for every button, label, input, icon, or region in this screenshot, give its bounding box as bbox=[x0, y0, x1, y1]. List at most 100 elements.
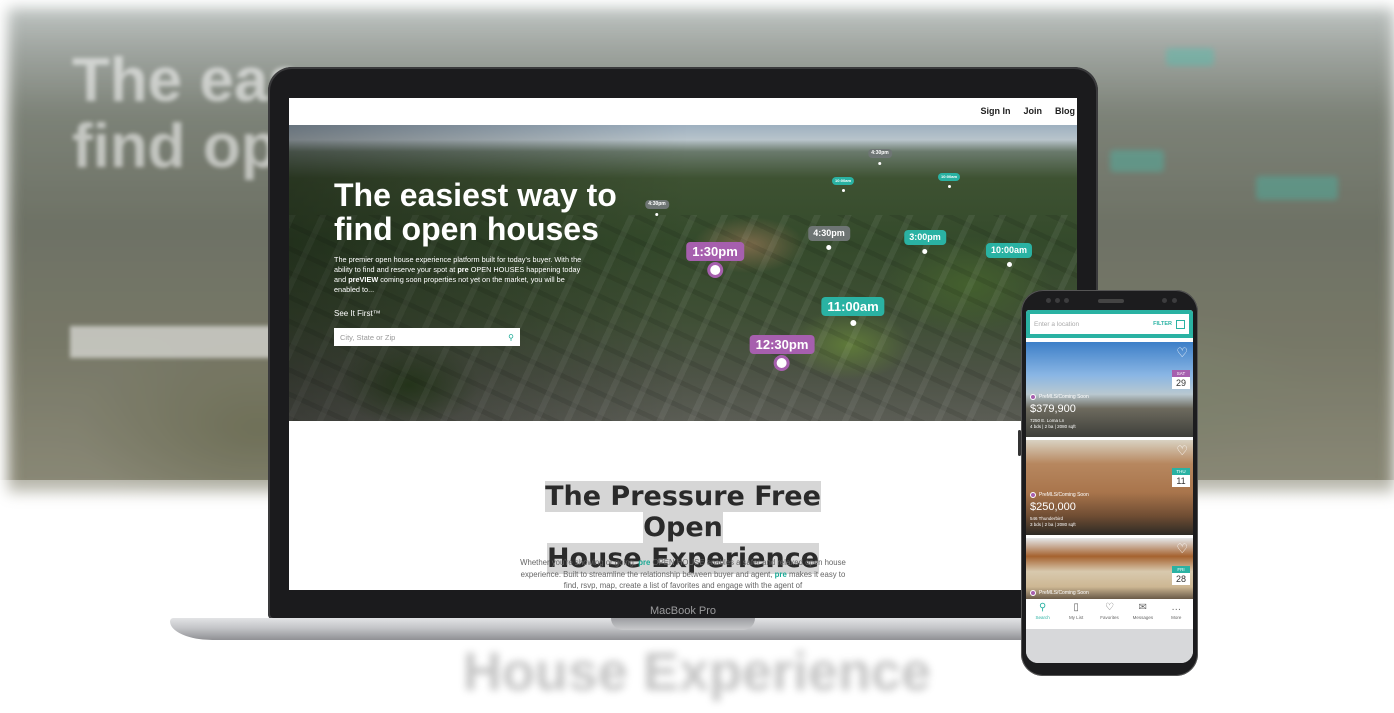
map-icon[interactable] bbox=[1176, 319, 1185, 329]
time-pin-label: 4:30pm bbox=[868, 149, 892, 158]
listing-tag-label: PreMLS/Coming Soon bbox=[1039, 590, 1089, 596]
laptop-screen: Sign In Join Blog The easiest way to fin… bbox=[289, 98, 1077, 590]
list-icon: ▯ bbox=[1073, 602, 1079, 613]
section-title-line1: The Pressure Free Open bbox=[545, 481, 821, 543]
time-pin[interactable]: 4:30pm bbox=[868, 149, 892, 165]
laptop-notch bbox=[611, 618, 755, 630]
listing-price: $250,000 bbox=[1030, 501, 1076, 513]
pin-dot bbox=[655, 213, 659, 216]
nav-links: Sign In Join Blog bbox=[980, 106, 1075, 116]
pressure-free-section: The Pressure Free Open House Experience W… bbox=[289, 421, 1077, 590]
listing-tag: PreMLS/Coming Soon bbox=[1030, 394, 1089, 400]
time-pin[interactable]: 10:00am bbox=[937, 173, 961, 188]
nav-sign-in[interactable]: Sign In bbox=[980, 106, 1010, 116]
time-pin-label: 12:30pm bbox=[749, 335, 815, 354]
pin-dot bbox=[1006, 262, 1012, 267]
listing-day: SAT bbox=[1172, 370, 1190, 377]
nav-join[interactable]: Join bbox=[1023, 106, 1042, 116]
top-nav: Sign In Join Blog bbox=[289, 98, 1077, 125]
location-search-placeholder[interactable]: Enter a location bbox=[1034, 321, 1079, 328]
pin-dot bbox=[710, 265, 720, 275]
hero-title: The easiest way to find open houses bbox=[334, 177, 617, 247]
listing-day: THU bbox=[1172, 468, 1190, 475]
tab-search[interactable]: ⚲ Search bbox=[1028, 602, 1058, 629]
listing-date: THU 11 bbox=[1172, 468, 1190, 487]
tab-my-list[interactable]: ▯ My List bbox=[1061, 602, 1091, 629]
heart-icon[interactable]: ♡ bbox=[1176, 444, 1188, 457]
time-pin[interactable]: 11:00am bbox=[821, 297, 885, 326]
pin-dot bbox=[826, 245, 832, 250]
backdrop-ghost-pill bbox=[1166, 48, 1214, 66]
listing-date-number: 29 bbox=[1175, 378, 1186, 388]
tab-more[interactable]: … More bbox=[1161, 602, 1191, 629]
tag-dot-icon bbox=[1030, 590, 1036, 596]
backdrop-ghost-pill bbox=[1110, 150, 1164, 172]
tab-messages[interactable]: ✉ Messages bbox=[1128, 602, 1158, 629]
heart-icon[interactable]: ♡ bbox=[1176, 346, 1188, 359]
section-body-pre: pre bbox=[638, 558, 651, 567]
time-pin[interactable]: 4:30pm bbox=[645, 200, 669, 216]
time-pin-label: 10:00am bbox=[937, 173, 961, 181]
listing-street: 7250 E. Loma Ln bbox=[1030, 418, 1065, 423]
pin-dot bbox=[922, 249, 928, 254]
listing-card[interactable]: ♡ THU 11 PreMLS/Coming Soon $250,000 546 … bbox=[1026, 440, 1193, 535]
location-search[interactable]: Enter a location FILTER bbox=[1030, 314, 1189, 334]
laptop-brand-label: MacBook Pro bbox=[649, 605, 717, 617]
sensor-dot bbox=[1064, 298, 1069, 303]
time-pin[interactable]: 3:00pm bbox=[904, 230, 946, 254]
tab-favorites[interactable]: ♡ Favorites bbox=[1094, 602, 1124, 629]
listing-date: SAT 29 bbox=[1172, 370, 1190, 389]
time-pin[interactable]: 1:30pm bbox=[686, 242, 744, 275]
filter-label: FILTER bbox=[1153, 321, 1172, 327]
listing-date-number: 28 bbox=[1175, 574, 1186, 584]
listing-details: 3 bds | 2 ba | 2080 sqft bbox=[1030, 522, 1076, 527]
hero-search-box[interactable]: City, State or Zip ⚲ bbox=[334, 328, 520, 346]
tab-label: Messages bbox=[1132, 615, 1154, 620]
nav-blog[interactable]: Blog bbox=[1055, 106, 1075, 116]
search-icon[interactable]: ⚲ bbox=[508, 333, 514, 342]
sensor-dot bbox=[1172, 298, 1177, 303]
sensor-dot bbox=[1055, 298, 1060, 303]
section-body: Whether you're showing or going, pre OPE… bbox=[517, 557, 849, 590]
pin-dot bbox=[777, 358, 787, 368]
hero-search-placeholder[interactable]: City, State or Zip bbox=[340, 333, 395, 342]
pin-dot bbox=[849, 320, 856, 326]
phone-tab-bar: ⚲ Search ▯ My List ♡ Favorites ✉ Messages … M… bbox=[1026, 599, 1193, 629]
backdrop-ghost-pill bbox=[1256, 176, 1338, 200]
listing-tag: PreMLS/Coming Soon bbox=[1030, 492, 1089, 498]
listing-tag-label: PreMLS/Coming Soon bbox=[1039, 492, 1089, 498]
heart-icon[interactable]: ♡ bbox=[1176, 542, 1188, 555]
phone-screen: Enter a location FILTER ♡ SAT 29 PreMLS/C… bbox=[1026, 310, 1193, 663]
backdrop-ghost-title: The eas find op bbox=[72, 48, 292, 180]
time-pin[interactable]: 10:00am bbox=[831, 177, 855, 192]
time-pin-label: 10:00am bbox=[985, 243, 1033, 258]
phone-bottom-area bbox=[1026, 629, 1193, 663]
section-body-part: Whether you're showing or going, bbox=[520, 558, 639, 567]
tab-label: More bbox=[1171, 615, 1182, 620]
tag-dot-icon bbox=[1030, 492, 1036, 498]
listing-tag: PreMLS/Coming Soon bbox=[1030, 590, 1089, 596]
listing-day: FRI bbox=[1172, 566, 1190, 573]
time-pin[interactable]: 10:00am bbox=[985, 243, 1033, 267]
listing-card[interactable]: ♡ FRI 28 PreMLS/Coming Soon bbox=[1026, 538, 1193, 599]
listing-tag-label: PreMLS/Coming Soon bbox=[1039, 394, 1089, 400]
pin-dot bbox=[947, 185, 951, 188]
listing-card[interactable]: ♡ SAT 29 PreMLS/Coming Soon $379,900 7250… bbox=[1026, 342, 1193, 437]
time-pin[interactable]: 4:30pm bbox=[808, 226, 850, 250]
time-pin-label: 4:30pm bbox=[808, 226, 850, 241]
listing-address: 546 Thunderbird 3 bds | 2 ba | 2080 sqft bbox=[1030, 516, 1076, 528]
listing-date-number: 11 bbox=[1176, 476, 1186, 486]
mail-icon: ✉ bbox=[1138, 602, 1148, 613]
more-icon: … bbox=[1171, 602, 1182, 613]
time-pin-label: 11:00am bbox=[821, 297, 885, 316]
section-body-pre: pre bbox=[774, 569, 787, 579]
tab-label: Search bbox=[1035, 615, 1050, 620]
filter-button[interactable]: FILTER bbox=[1153, 319, 1185, 329]
time-pin[interactable]: 12:30pm bbox=[749, 335, 815, 368]
hero-description: The premier open house experience platfo… bbox=[334, 255, 590, 295]
tag-dot-icon bbox=[1030, 394, 1036, 400]
listing-street: 546 Thunderbird bbox=[1030, 516, 1063, 521]
listing-address: 7250 E. Loma Ln 4 bds | 2 ba | 2080 sqft bbox=[1030, 418, 1076, 430]
phone-speaker bbox=[1098, 299, 1124, 303]
listing-date: FRI 28 bbox=[1172, 566, 1190, 585]
